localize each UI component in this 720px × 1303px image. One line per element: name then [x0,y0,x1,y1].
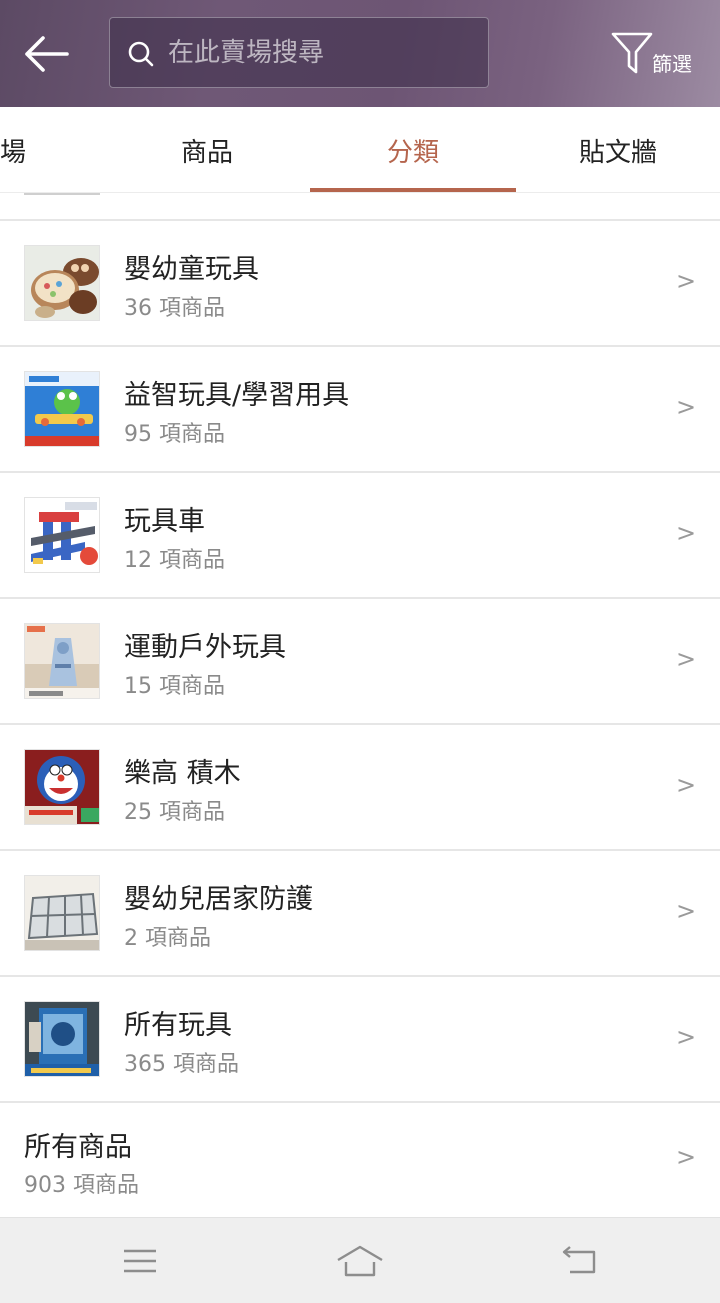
menu-button[interactable] [110,1236,170,1286]
cake-toy-thumbnail [24,245,100,321]
filter-button[interactable]: 篩選 [608,26,708,82]
outdoor-toy-thumbnail [24,623,100,699]
tab-bar: 場 商品 分類 貼文牆 [0,107,720,193]
tab-label: 分類 [386,137,439,168]
home-icon [337,1245,383,1277]
tab-label: 貼文牆 [578,137,657,168]
category-title: 嬰幼兒居家防護 [124,884,313,915]
chevron-right-icon: > [676,1143,697,1171]
category-row-all-toys[interactable]: 所有玩具 365 項商品 > [0,977,720,1103]
category-count: 903 項商品 [24,1173,139,1198]
category-title: 所有玩具 [124,1010,232,1041]
tab-products[interactable]: 商品 [104,107,310,193]
category-title: 運動戶外玩具 [124,632,286,663]
partial-thumbnail [24,193,100,195]
category-row-educational-toys[interactable]: 益智玩具/學習用具 95 項商品 > [0,347,720,473]
menu-icon [124,1249,156,1273]
chevron-right-icon: > [676,1023,697,1051]
category-count: 2 項商品 [124,926,211,951]
top-bar: 篩選 [0,0,720,107]
tab-categories[interactable]: 分類 [310,107,516,193]
playpen-thumbnail [24,875,100,951]
category-title: 益智玩具/學習用具 [124,380,350,411]
category-row-all-products[interactable]: 所有商品 903 項商品 > [0,1103,720,1217]
chevron-right-icon: > [676,897,697,925]
tab-label: 場 [0,137,27,168]
chevron-right-icon: > [676,267,697,295]
category-count: 365 項商品 [124,1052,239,1077]
category-row-toy-cars[interactable]: 玩具車 12 項商品 > [0,473,720,599]
category-title: 所有商品 [24,1132,132,1163]
chevron-right-icon: > [676,393,697,421]
chevron-right-icon: > [676,519,697,547]
category-row-outdoor-toys[interactable]: 運動戶外玩具 15 項商品 > [0,599,720,725]
category-title: 樂高 積木 [124,758,241,789]
search-box[interactable] [109,17,489,88]
filter-label: 篩選 [652,52,692,76]
system-nav-bar [0,1217,720,1303]
funnel-icon [611,32,653,74]
category-title: 玩具車 [124,506,205,537]
category-row-lego-blocks[interactable]: 樂高 積木 25 項商品 > [0,725,720,851]
return-icon [562,1246,596,1274]
category-count: 12 項商品 [124,548,225,573]
search-icon [128,41,154,67]
category-title: 嬰幼童玩具 [124,254,259,285]
search-input[interactable] [168,30,478,76]
category-row-home-safety[interactable]: 嬰幼兒居家防護 2 項商品 > [0,851,720,977]
doraemon-blocks-thumbnail [24,749,100,825]
arrow-left-icon [25,36,69,72]
car-track-thumbnail [24,497,100,573]
tab-store[interactable]: 場 [0,107,34,193]
category-count: 36 項商品 [124,296,225,321]
chevron-right-icon: > [676,645,697,673]
tab-posts-wall[interactable]: 貼文牆 [516,107,720,193]
category-count: 25 項商品 [124,800,225,825]
category-row-baby-toys[interactable]: 嬰幼童玩具 36 項商品 > [0,221,720,347]
divider [0,192,720,193]
tab-label: 商品 [180,137,233,168]
return-button[interactable] [550,1236,610,1286]
chevron-right-icon: > [676,771,697,799]
home-button[interactable] [330,1236,390,1286]
category-count: 15 項商品 [124,674,225,699]
frog-game-thumbnail [24,371,100,447]
category-count: 95 項商品 [124,422,225,447]
toy-box-thumbnail [24,1001,100,1077]
back-button[interactable] [18,26,74,82]
